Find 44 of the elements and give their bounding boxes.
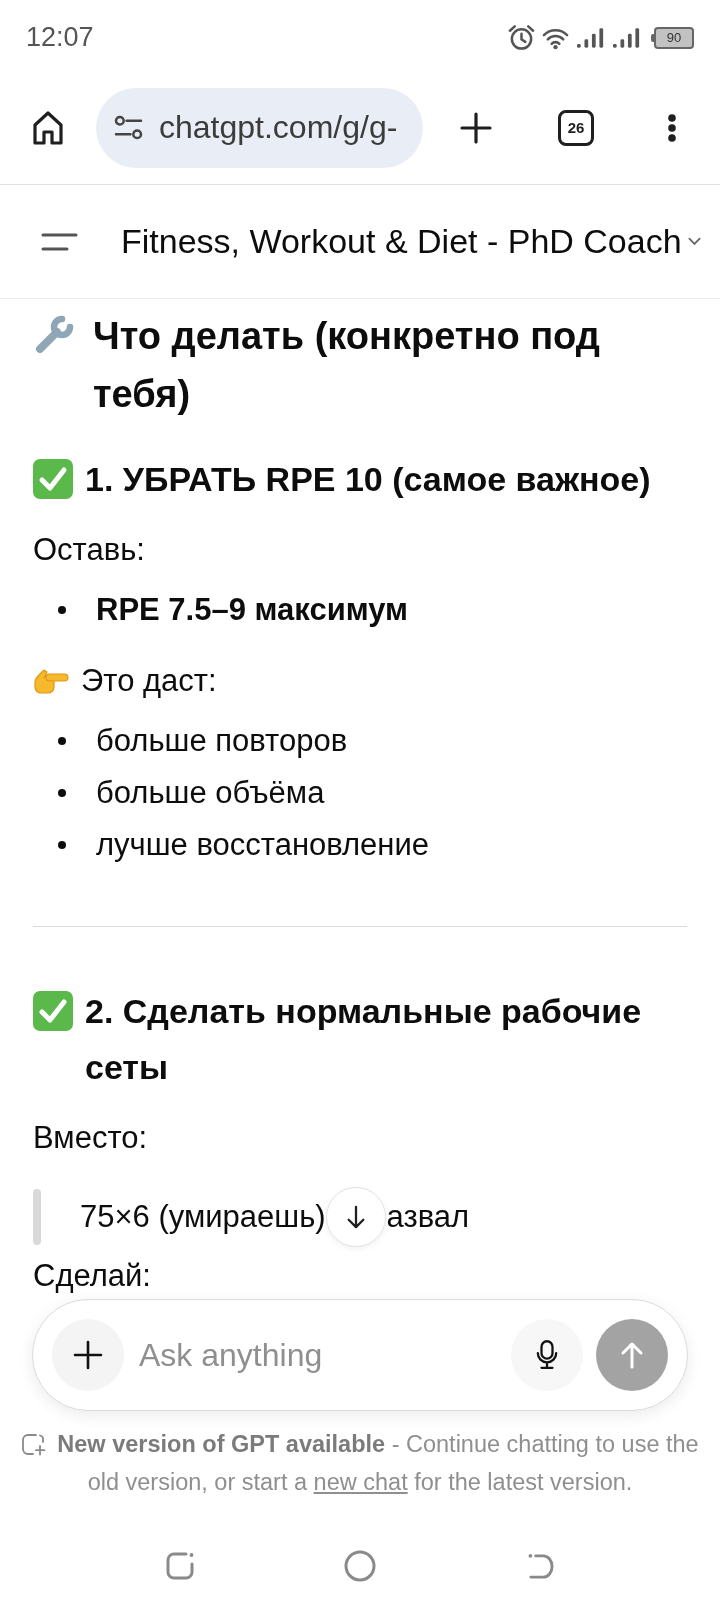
quote-text: 75×6 (умираешь) (80, 1198, 326, 1236)
chevron-down-icon[interactable] (687, 237, 701, 246)
bullet-icon (58, 841, 66, 849)
check-mark-icon (33, 991, 73, 1031)
list-item-text: больше повторов (96, 722, 348, 760)
recent-apps-icon[interactable] (165, 1551, 195, 1581)
bullet-icon (58, 606, 66, 614)
pointing-hand-icon (33, 668, 69, 694)
alarm-clock-icon (507, 24, 536, 51)
status-time: 12:07 (26, 22, 94, 53)
signal-icon (577, 27, 605, 48)
step-heading: 1. УБРАТЬ RPE 10 (самое важное) (85, 459, 652, 500)
home-icon[interactable] (32, 109, 64, 146)
paragraph-text: Сделай: (33, 1257, 152, 1295)
list-item-text: больше объёма (96, 774, 325, 812)
back-icon[interactable] (526, 1551, 554, 1581)
update-notice: New version of GPT available - Continue chatting to use the old version, or start a new chat for the latest version. (0, 1425, 720, 1501)
home-circle-icon[interactable] (344, 1550, 376, 1582)
tab-switcher-button[interactable]: 26 (558, 109, 594, 146)
paragraph-text: Оставь: (33, 531, 146, 569)
square-plus-icon (21, 1433, 47, 1456)
battery-percentage: 90 (654, 26, 694, 49)
sliders-icon[interactable] (114, 115, 143, 140)
quote-text: азвал (386, 1198, 470, 1236)
chat-title[interactable]: Fitness, Workout & Diet - PhD Coach (121, 222, 682, 261)
signal-icon (613, 27, 641, 48)
new-tab-plus-icon[interactable] (460, 111, 492, 144)
paragraph-text: Это даст: (81, 663, 217, 698)
step-heading: 2. Сделать нормальные рабочие сеты (85, 991, 643, 1088)
address-bar[interactable]: chatgpt.com/g/g- (96, 87, 423, 168)
section-heading: Что делать (конкретно под тебя) (93, 314, 601, 417)
list-item-text: лучше восстановление (96, 826, 430, 864)
paragraph-text: Вместо: (33, 1119, 149, 1157)
more-options-icon[interactable] (668, 113, 676, 142)
check-mark-icon (33, 459, 73, 499)
bullet-icon (58, 789, 66, 797)
bullet-icon (58, 737, 66, 745)
list-item-text: RPE 7.5–9 максимум (96, 591, 408, 629)
message-input[interactable]: Ask anything (139, 1332, 511, 1378)
microphone-icon (536, 1339, 558, 1371)
menu-icon[interactable] (41, 231, 78, 252)
wrench-icon (33, 314, 75, 356)
quote-bar (33, 1189, 41, 1245)
plus-icon (73, 1340, 103, 1370)
